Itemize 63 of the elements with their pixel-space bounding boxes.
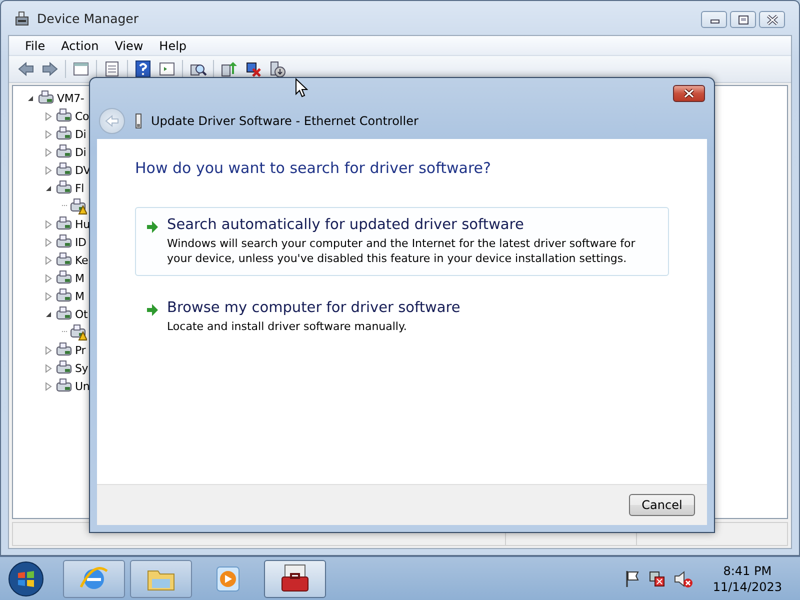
update-icon[interactable] — [220, 60, 238, 78]
expander-icon[interactable] — [26, 94, 35, 102]
tree-item[interactable]: Fl — [75, 182, 84, 194]
browser-app-button[interactable] — [63, 560, 125, 598]
close-icon — [682, 88, 696, 99]
list-icon[interactable] — [103, 60, 121, 78]
cancel-button[interactable]: Cancel — [629, 494, 695, 516]
maximize-icon — [736, 14, 750, 26]
tree-item[interactable]: Di — [75, 146, 86, 158]
option-link[interactable]: Browse my computer for driver software Locate and install driver software manually. — [135, 290, 669, 344]
option-description: Locate and install driver software manually. — [167, 319, 408, 334]
tree-item[interactable]: Sy — [75, 362, 88, 374]
option-description: Windows will search your computer and the Internet for the latest driver software for your device, unless you've disabled this feature in your device installation settings. — [167, 236, 636, 266]
expander-icon[interactable] — [44, 184, 53, 192]
forward-arrow-icon[interactable] — [41, 60, 59, 78]
minimize-button[interactable] — [701, 11, 727, 28]
option-link[interactable] — [135, 207, 669, 276]
window-icon[interactable] — [158, 60, 176, 78]
tree-item[interactable]: Hu — [75, 218, 90, 230]
window-title: Device Manager — [37, 10, 139, 26]
menu-item[interactable]: Action — [53, 38, 107, 52]
close-button[interactable] — [759, 11, 785, 28]
option-title: Browse my computer for driver software — [167, 300, 460, 316]
tree-item[interactable]: Di — [75, 128, 86, 140]
tree-item[interactable]: Ke — [75, 254, 88, 266]
start-button[interactable] — [6, 558, 46, 598]
clock-date: 11/14/2023 — [712, 578, 782, 594]
dialog-title: Update Driver Software - Ethernet Controller — [151, 114, 418, 128]
menu-item[interactable]: View — [106, 38, 152, 52]
toolbox-app-icon — [279, 562, 311, 594]
tree-item[interactable]: ID — [75, 236, 86, 248]
arrow-icon — [145, 302, 159, 318]
network-adapter-icon — [133, 113, 143, 129]
tree-item[interactable]: Ot — [75, 308, 88, 320]
uninstall-icon[interactable] — [244, 60, 262, 78]
clock-time: 8:41 PM — [723, 562, 772, 578]
close-button[interactable] — [673, 85, 705, 102]
network-tray-icon[interactable] — [646, 568, 667, 588]
option-title: Search automatically for updated driver software — [167, 217, 525, 233]
back-arrow-icon[interactable] — [17, 60, 35, 78]
windows-logo-icon — [7, 560, 45, 598]
disable-icon[interactable] — [268, 60, 286, 78]
arrow-icon — [145, 219, 159, 235]
tree-item[interactable]: M — [75, 272, 84, 284]
back-arrow-icon — [105, 115, 119, 127]
tree-item[interactable]: M — [75, 290, 84, 302]
tree-item[interactable]: Un — [75, 380, 90, 392]
close-icon — [764, 14, 780, 26]
menu-item[interactable]: File — [17, 38, 54, 52]
muted-speaker-tray-icon[interactable] — [672, 568, 693, 588]
mouse-pointer-icon — [295, 78, 308, 98]
menu-item[interactable]: Help — [151, 38, 195, 52]
toolbox-app-button[interactable] — [264, 560, 326, 598]
tree-item[interactable]: VM7- — [57, 92, 84, 104]
expander-icon[interactable] — [44, 310, 53, 318]
help-icon[interactable] — [134, 60, 152, 78]
tree-item[interactable]: Co — [75, 110, 90, 122]
tree-item[interactable]: Pr — [75, 344, 86, 356]
folder-app-button[interactable] — [130, 560, 192, 598]
device-manager-icon — [13, 10, 31, 26]
dialog-heading: How do you want to search for driver software? — [135, 159, 492, 177]
maximize-button[interactable] — [730, 11, 756, 28]
window-icon[interactable] — [72, 60, 90, 78]
